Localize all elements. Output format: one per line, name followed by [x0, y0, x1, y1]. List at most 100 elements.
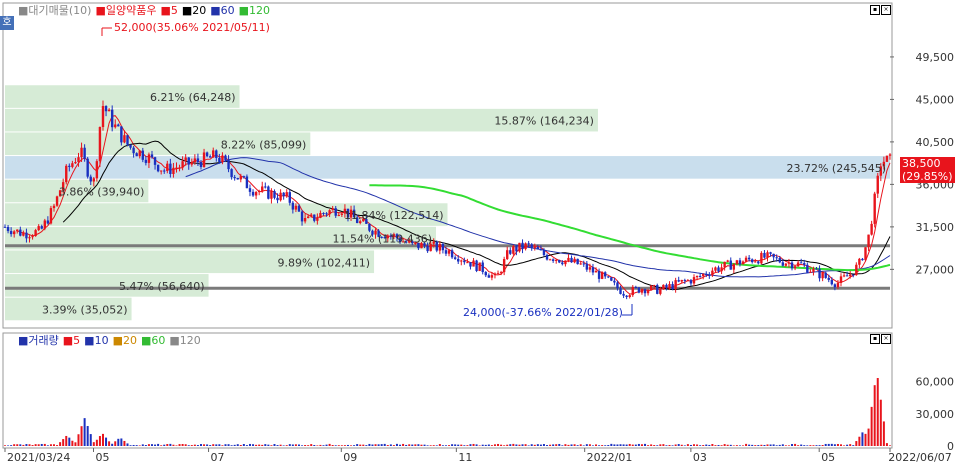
candle-body — [656, 285, 659, 294]
candle-body — [747, 257, 751, 260]
volume-bar — [426, 445, 429, 446]
candle-body — [754, 261, 757, 263]
volume-bar — [264, 444, 267, 446]
volume-bar — [10, 445, 13, 446]
close-price-icon[interactable]: × — [881, 5, 891, 15]
volume-bar — [187, 445, 190, 446]
volume-bar — [291, 444, 294, 446]
candle-body — [674, 280, 677, 290]
current-price-change: (29.85%) — [902, 170, 953, 183]
candle-body — [221, 155, 224, 163]
volume-bar — [141, 444, 144, 446]
volume-bar — [748, 444, 751, 446]
maximize-price-icon[interactable]: ▪ — [870, 5, 880, 15]
volume-bar — [285, 445, 288, 446]
candle-body — [466, 262, 469, 264]
candle-body — [711, 270, 714, 276]
candle-body — [827, 277, 830, 280]
candle-body — [787, 262, 791, 264]
volume-bar — [549, 444, 552, 446]
date-tick-label-3: 09 — [343, 451, 357, 464]
volume-bar — [203, 444, 206, 446]
candle-body — [668, 284, 671, 288]
volume-bar — [402, 443, 405, 446]
candle-body — [888, 154, 892, 156]
candle-body — [438, 243, 442, 251]
left-toggle-button[interactable]: 호 — [0, 16, 14, 30]
volume-bar — [506, 444, 509, 446]
volume-bar — [31, 445, 34, 446]
volume-bar — [475, 444, 478, 446]
candle-body — [46, 220, 50, 224]
candle-body — [680, 279, 683, 282]
volume-bar — [778, 444, 781, 446]
candle-body — [790, 262, 794, 269]
candle-body — [40, 226, 43, 229]
candle-body — [43, 220, 47, 229]
low-annotation: 24,000(-37.66% 2022/01/28) — [463, 304, 633, 319]
volume-bar — [564, 444, 567, 446]
volume-bar — [114, 441, 117, 446]
volume-bar — [628, 443, 631, 446]
legend-item-1: ■일양약품우 — [95, 3, 156, 17]
volume-bar — [441, 445, 444, 446]
volume-bar — [582, 445, 585, 446]
volume-bar — [389, 444, 392, 446]
candle-body — [858, 258, 861, 265]
candle-body — [763, 252, 766, 258]
volume-bar — [546, 445, 549, 446]
candle-body — [613, 280, 616, 283]
candle-body — [812, 268, 815, 272]
candle-body — [300, 211, 304, 222]
volume-bar — [613, 444, 616, 446]
date-axis: 2021/03/24 05 07 09 11 2022/01 03 05 2022/06/07 — [4, 448, 952, 464]
close-volume-icon[interactable]: × — [881, 334, 891, 344]
maximize-volume-icon[interactable]: ▪ — [870, 334, 880, 344]
volume-bar — [261, 444, 264, 446]
volume-bar — [432, 445, 435, 446]
volume-bar — [686, 444, 689, 446]
candle-body — [294, 205, 298, 210]
candle-body — [855, 264, 858, 276]
volume-bar — [610, 443, 613, 446]
volume-bar — [288, 444, 291, 446]
candle-body — [104, 106, 108, 112]
candle-body — [120, 126, 123, 143]
candle-body — [842, 275, 846, 277]
volume-bar — [343, 445, 346, 446]
volume-bar — [86, 426, 89, 446]
candle-body — [616, 282, 619, 289]
candle-body — [3, 226, 7, 228]
candle-body — [649, 285, 653, 291]
candle-body — [107, 109, 111, 112]
volume-bar — [797, 445, 800, 446]
candle-body — [270, 191, 273, 199]
candle-body — [809, 271, 812, 273]
volume-bar — [184, 444, 187, 446]
candle-body — [558, 259, 561, 263]
volume-tick-label-0: 60,000 — [916, 376, 955, 389]
volume-bar — [591, 445, 594, 446]
volume-bar — [460, 444, 463, 446]
candle-body — [184, 157, 187, 162]
volume-bar — [65, 435, 68, 446]
volume-bar — [429, 445, 432, 446]
candle-body — [741, 261, 745, 265]
volume-bar — [49, 444, 52, 446]
volume-bar — [732, 445, 735, 446]
volume-bar — [604, 445, 607, 446]
volume-bar — [536, 444, 539, 446]
date-tick-label-2: 07 — [211, 451, 225, 464]
volume-bar — [163, 444, 166, 446]
candle-body — [325, 213, 328, 215]
low-annotation-text: 24,000(-37.66% 2022/01/28) — [463, 306, 623, 319]
candle-body — [297, 205, 301, 212]
candle-body — [610, 277, 613, 281]
volume-bar — [781, 444, 784, 446]
volume-bar — [561, 445, 564, 446]
candle-body — [285, 192, 288, 197]
candle-body — [126, 135, 129, 145]
volume-bar — [111, 443, 114, 446]
volume-bar — [258, 444, 261, 446]
volume-bar — [567, 444, 570, 446]
